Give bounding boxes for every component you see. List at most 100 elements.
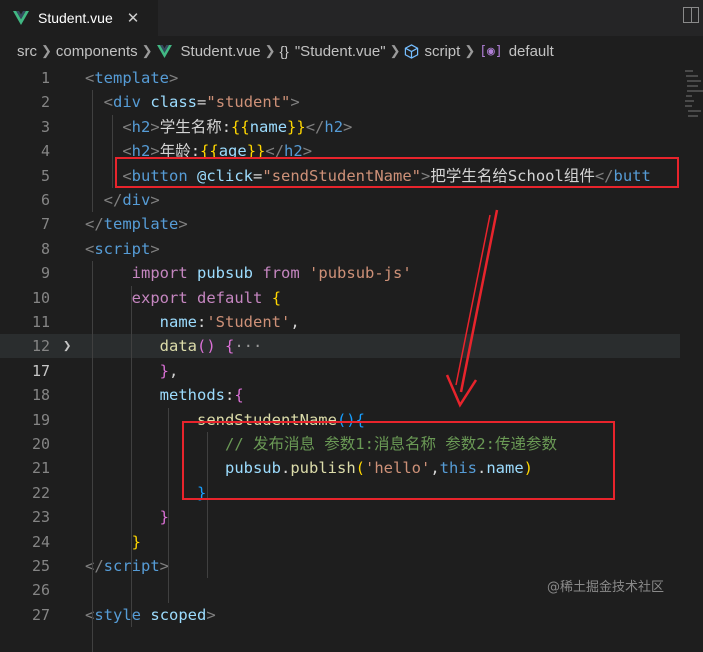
breadcrumb-item-src[interactable]: src (17, 43, 37, 60)
code-token: > (290, 93, 300, 112)
breadcrumb: src ❯ components ❯ Student.vue ❯ {} "Stu… (0, 36, 703, 66)
code-line[interactable]: 27 <style scoped> (0, 603, 680, 627)
code-token: 学生名称: (159, 117, 232, 136)
code-token: { (234, 386, 244, 405)
code-text: <h2>学生名称:{{name}}</h2> (85, 115, 352, 139)
code-line[interactable]: 7 </template> (0, 212, 680, 236)
code-line[interactable]: 3 <h2>学生名称:{{name}}</h2> (0, 115, 680, 139)
line-number: 26 (31, 581, 50, 600)
code-line[interactable]: 1 <template> (0, 66, 680, 90)
line-number: 27 (31, 605, 50, 624)
chevron-right-icon: ❯ (141, 43, 153, 58)
chevron-right-icon: ❯ (264, 43, 276, 58)
chevron-right-icon: ❯ (389, 43, 401, 58)
code-text: name:'Student', (85, 310, 300, 334)
cube-icon (405, 43, 419, 59)
chevron-right-icon: ❯ (41, 43, 52, 58)
code-token: methods (159, 386, 225, 405)
breadcrumb-item-default[interactable]: [◉] default (479, 43, 554, 60)
code-text: export default { (85, 286, 281, 310)
code-token: </ (85, 215, 104, 234)
code-token: 'Student' (206, 313, 291, 331)
code-text: } (85, 530, 141, 554)
code-token: : (196, 313, 207, 331)
code-token: scoped (150, 605, 207, 624)
code-token: </ (85, 557, 104, 575)
code-line[interactable]: 18 methods:{ (0, 383, 680, 407)
code-token: </ (305, 117, 325, 136)
code-token: > (169, 69, 179, 87)
code-token: > (150, 239, 160, 258)
tab-student-vue[interactable]: Student.vue ✕ (0, 0, 158, 36)
code-line[interactable]: 17 }, (0, 359, 680, 383)
code-line[interactable]: 9 import pubsub from 'pubsub-js' (0, 261, 680, 285)
code-line[interactable]: 25 </script> (0, 554, 680, 578)
code-line[interactable]: 8 <script> (0, 237, 680, 261)
code-token: h2 (324, 117, 344, 136)
line-number: 2 (40, 93, 50, 112)
code-token: ··· (234, 337, 263, 356)
code-token: > (343, 117, 353, 136)
code-text: </script> (85, 554, 169, 578)
line-number: 12 (31, 337, 50, 356)
chevron-right-icon[interactable]: ❯ (63, 334, 71, 358)
code-line[interactable]: 6 </div> (0, 188, 680, 212)
code-token: > (150, 191, 160, 209)
code-token: div (122, 191, 151, 209)
highlight-box-button-line (115, 157, 679, 188)
code-editor[interactable]: 1 <template> 2 <div class="student"> 3 <h2>… (0, 66, 703, 652)
line-number: 7 (40, 215, 50, 234)
close-icon[interactable]: ✕ (127, 9, 140, 27)
line-number: 10 (31, 288, 50, 307)
indent-guide (92, 261, 93, 652)
minimap[interactable] (685, 66, 703, 126)
code-token: > (206, 605, 216, 624)
code-token: script (94, 239, 151, 258)
code-token: } (131, 532, 142, 551)
code-line[interactable]: 12 ❯ data() {··· (0, 334, 680, 359)
code-line[interactable]: 10 export default { (0, 286, 680, 310)
code-token: 'pubsub-js' (309, 264, 412, 283)
code-line[interactable]: 24 } (0, 530, 680, 554)
breadcrumb-item-module[interactable]: {} "Student.vue" (280, 43, 386, 60)
code-token: pubsub (197, 264, 254, 283)
code-token: </ (103, 191, 123, 209)
highlight-box-publish-block (182, 421, 615, 500)
code-text: import pubsub from 'pubsub-js' (85, 261, 412, 285)
line-number: 24 (31, 532, 50, 551)
indent-guide (131, 285, 132, 628)
code-token: h2 (131, 117, 151, 136)
code-line[interactable]: 23 } (0, 505, 680, 529)
code-token: name (159, 313, 197, 331)
code-token: = (197, 93, 207, 112)
code-line[interactable]: 2 <div class="student"> (0, 90, 680, 114)
code-token: < (122, 117, 132, 136)
code-line[interactable]: 11 name:'Student', (0, 310, 680, 334)
code-token: }} (287, 117, 306, 136)
code-token: "student" (206, 93, 291, 112)
code-token: > (150, 117, 160, 136)
code-token: default (197, 288, 263, 307)
line-number: 21 (31, 459, 50, 478)
code-token: export (131, 288, 188, 307)
code-token: style (94, 605, 142, 624)
breadcrumb-item-file[interactable]: Student.vue (156, 43, 261, 60)
code-token: import (131, 264, 188, 283)
code-text: </div> (85, 188, 160, 212)
split-editor-icon[interactable] (683, 7, 699, 23)
line-number: 4 (40, 142, 50, 161)
breadcrumb-item-script[interactable]: script (404, 43, 460, 60)
line-number: 22 (31, 483, 50, 502)
code-text: } (85, 505, 169, 529)
breadcrumb-item-components[interactable]: components (56, 43, 138, 60)
